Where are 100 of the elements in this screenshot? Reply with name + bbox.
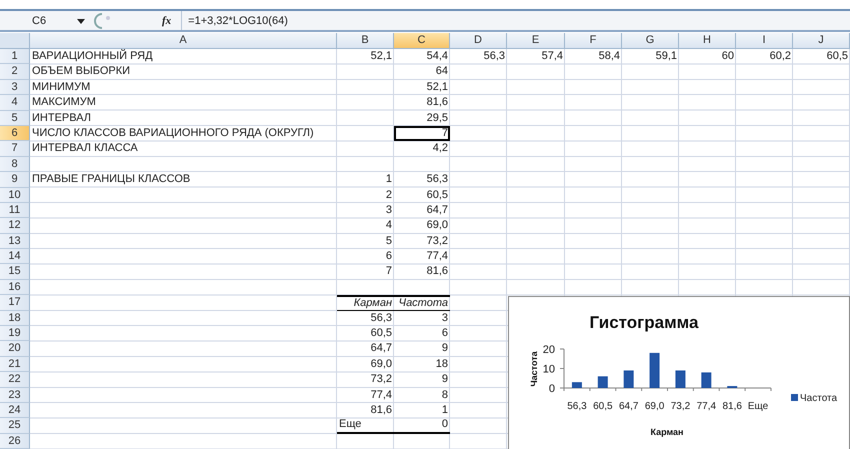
table-cell-text: 56,3 [482, 49, 506, 64]
table-cell-text: 1 [384, 172, 393, 188]
table-cell-text: 64,7 [426, 202, 449, 218]
row-header[interactable]: 13 [0, 234, 30, 250]
row-header[interactable]: 26 [0, 434, 30, 449]
chart-title: Гистограмма [590, 313, 698, 332]
row-header[interactable]: 14 [0, 249, 30, 264]
table-cell-text: 4 [384, 218, 393, 234]
row-header[interactable]: 11 [0, 202, 30, 218]
table-cell-text: 60,5 [426, 188, 449, 203]
select-all-button[interactable] [0, 33, 30, 49]
y-tick-label: 10 [542, 364, 555, 376]
table-cell-text: 73,2 [370, 372, 393, 388]
name-box[interactable]: C6 [0, 11, 70, 30]
row-header[interactable]: 15 [0, 264, 30, 280]
row-header[interactable]: 25 [0, 418, 30, 434]
column-header[interactable]: A [30, 33, 337, 49]
insert-function-button[interactable]: fx [162, 14, 172, 26]
row-header[interactable]: 19 [0, 326, 30, 342]
row-header[interactable]: 2 [0, 64, 30, 80]
x-tick-label: 73,2 [670, 401, 690, 412]
table-cell-text: 7 [384, 264, 393, 280]
column-header[interactable]: G [622, 33, 679, 49]
row-header[interactable]: 20 [0, 341, 30, 357]
y-tick-label: 0 [548, 383, 555, 395]
row-header[interactable]: 21 [0, 356, 30, 372]
table-cell-text: 29,5 [426, 110, 449, 126]
row-header[interactable]: 23 [0, 388, 30, 403]
x-tick-label: 81,6 [722, 401, 742, 412]
x-tick-label: 64,7 [618, 401, 638, 412]
row-header[interactable]: 1 [0, 49, 30, 64]
table-cell-text: 60,5 [370, 326, 393, 342]
legend-label: Частота [800, 393, 838, 404]
x-tick-label: 69,0 [644, 401, 664, 412]
table-cell-text: ВАРИАЦИОННЫЙ РЯД [31, 49, 154, 64]
row-header[interactable]: 4 [0, 95, 30, 111]
bar [650, 352, 660, 388]
table-cell-text: ОБЪЕМ ВЫБОРКИ [31, 64, 132, 80]
table-cell-text: 73,2 [426, 234, 449, 249]
x-tick-label: 77,4 [696, 401, 716, 412]
table-cell-text: 58,4 [598, 49, 621, 64]
table-cell-text: 81,6 [370, 402, 393, 418]
row-header[interactable]: 9 [0, 172, 30, 188]
table-cell-text: 8 [440, 388, 449, 403]
table-cell-text: 69,0 [426, 218, 449, 234]
table-cell-text: 6 [440, 326, 449, 342]
table-cell-text: 52,1 [426, 80, 449, 95]
column-header[interactable]: J [793, 33, 850, 49]
row-header[interactable]: 7 [0, 141, 30, 157]
table-cell-text: МИНИМУМ [31, 80, 92, 95]
bar [598, 376, 608, 388]
bar [572, 382, 582, 388]
row-header[interactable]: 22 [0, 372, 30, 388]
table-cell: 0 [394, 418, 450, 434]
row-header[interactable]: 5 [0, 110, 30, 126]
table-cell-text: 9 [440, 372, 449, 388]
table-cell: 7 [394, 126, 450, 142]
row-header[interactable]: 17 [0, 295, 30, 311]
row-header[interactable]: 8 [0, 156, 30, 172]
bar [701, 372, 712, 388]
table-cell-text: 81,6 [426, 95, 449, 110]
table-cell-text: 60 [720, 49, 735, 64]
table-cell-text: 56,3 [426, 172, 449, 188]
table-cell-text: 64,7 [370, 341, 393, 356]
row-header[interactable]: 12 [0, 218, 30, 234]
column-header[interactable]: H [679, 33, 736, 49]
table-cell-text: 1 [440, 402, 449, 418]
column-header[interactable]: F [565, 33, 622, 49]
table-cell-text: 60,2 [768, 49, 792, 64]
formula-field[interactable]: =1+3,32*LOG10(64) [181, 11, 288, 30]
table-cell-text: 3 [440, 310, 449, 326]
column-header[interactable]: D [450, 33, 507, 49]
row-header[interactable]: 6 [0, 126, 30, 142]
table-cell-text: 52,1 [370, 49, 393, 64]
y-axis-title: Частота [529, 351, 539, 387]
table-cell-text: 6 [384, 249, 393, 264]
x-tick-label: 56,3 [567, 401, 587, 412]
table-cell-text: 77,4 [370, 388, 393, 403]
row-header[interactable]: 24 [0, 402, 30, 418]
column-header[interactable]: B [337, 33, 394, 49]
table-cell-text: 77,4 [426, 249, 449, 264]
y-axis [560, 348, 564, 392]
table-cell-text: МАКСИМУМ [31, 95, 97, 110]
table-cell-text: 60,5 [826, 49, 849, 64]
table-cell: Частота [394, 295, 450, 311]
table-cell-text: 3 [384, 202, 393, 218]
table-cell-text: ПРАВЫЕ ГРАНИЦЫ КЛАССОВ [31, 172, 192, 188]
column-header[interactable]: I [736, 33, 793, 49]
row-header[interactable]: 16 [0, 280, 30, 296]
table-cell-text: 57,4 [540, 49, 564, 64]
table-cell: Карман [337, 295, 394, 311]
table-cell-text: 9 [440, 341, 449, 356]
bar [624, 370, 634, 388]
column-header[interactable]: C [394, 33, 450, 49]
row-header[interactable]: 10 [0, 188, 30, 203]
row-header[interactable]: 3 [0, 80, 30, 96]
row-header[interactable]: 18 [0, 310, 30, 326]
column-header[interactable]: E [507, 33, 565, 49]
x-tick-label: Еще [748, 401, 768, 412]
table-cell: Еще [337, 418, 394, 434]
